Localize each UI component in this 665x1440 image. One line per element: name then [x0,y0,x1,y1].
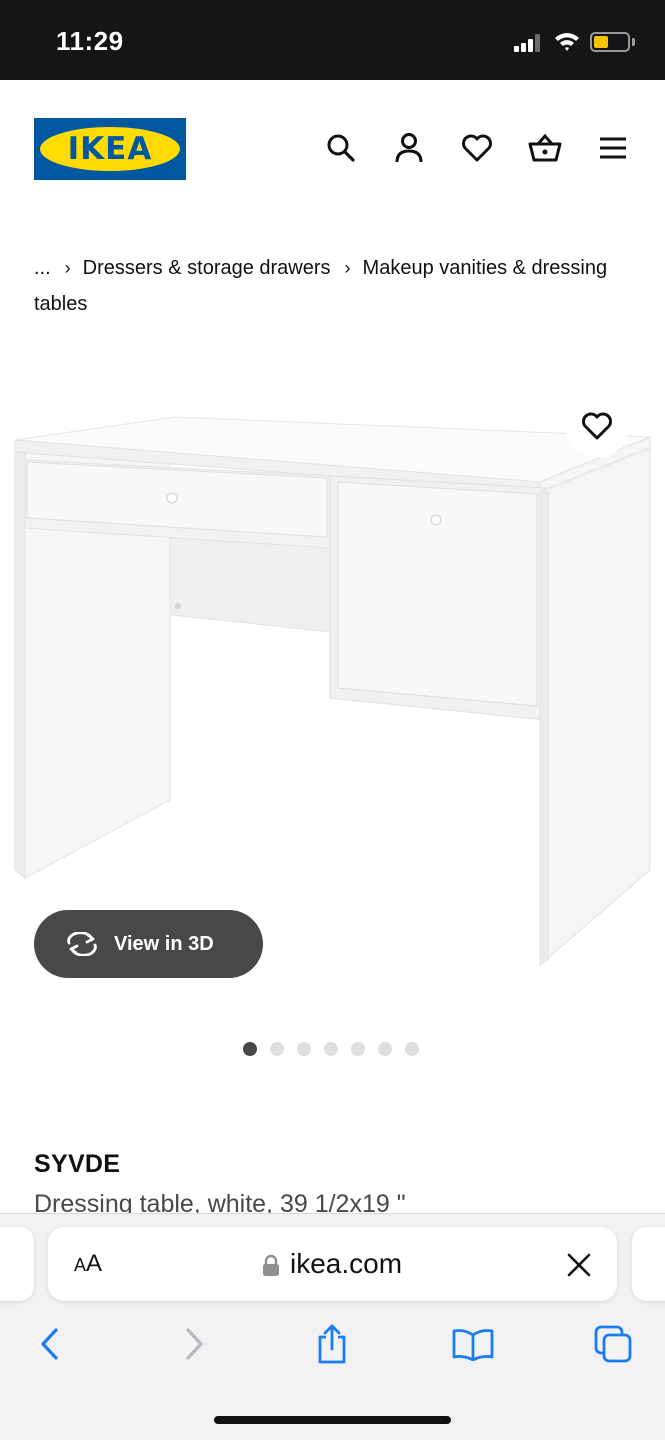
wishlist-icon[interactable] [459,130,495,166]
product-description: Dressing table, white, 39 1/2x19 " [34,1190,406,1214]
gallery-dot[interactable] [351,1042,365,1056]
gallery-dot[interactable] [378,1042,392,1056]
gallery-dot[interactable] [297,1042,311,1056]
lock-icon [263,1254,279,1276]
gallery-pagination [243,1042,419,1056]
next-tab-preview[interactable] [632,1227,665,1301]
cart-icon[interactable] [527,130,563,166]
url-text[interactable]: ikea.com [290,1248,402,1280]
logo-text: IKEA [67,131,153,167]
view-in-3d-label: View in 3D [114,932,214,955]
search-icon[interactable] [323,130,359,166]
battery-level [594,36,608,48]
chevron-right-icon: › [64,258,71,278]
rotate-3d-icon [67,932,97,956]
bookmarks-icon[interactable] [449,1320,497,1368]
share-icon[interactable] [308,1320,356,1368]
back-icon[interactable] [26,1320,74,1368]
view-in-3d-button[interactable]: View in 3D [34,910,263,978]
breadcrumb-item-dressers[interactable]: Dressers & storage drawers [83,257,331,279]
previous-tab-preview[interactable] [0,1227,34,1301]
forward-icon[interactable] [170,1320,218,1368]
chevron-right-icon: › [344,258,351,278]
close-icon[interactable] [564,1250,594,1280]
breadcrumb: ... › Dressers & storage drawers › Makeup va… [34,250,614,322]
gallery-dot[interactable] [243,1042,257,1056]
product-name: SYVDE [34,1150,121,1178]
heart-icon [582,412,612,440]
gallery-dot[interactable] [270,1042,284,1056]
ikea-logo[interactable]: IKEA [34,118,186,180]
wifi-icon [555,33,579,51]
page-settings-button[interactable]: AA [74,1250,102,1278]
status-time: 11:29 [56,26,124,56]
gallery-dot[interactable] [324,1042,338,1056]
cellular-signal-icon [514,34,544,52]
add-to-wishlist-button[interactable] [565,394,629,458]
battery-icon [590,32,630,52]
home-indicator [214,1416,451,1424]
account-icon[interactable] [391,130,427,166]
battery-tip [632,38,635,46]
tabs-icon[interactable] [589,1320,637,1368]
status-bar: 11:29 [0,0,665,80]
gallery-dot[interactable] [405,1042,419,1056]
breadcrumb-ellipsis[interactable]: ... [34,257,51,279]
menu-icon[interactable] [595,130,631,166]
